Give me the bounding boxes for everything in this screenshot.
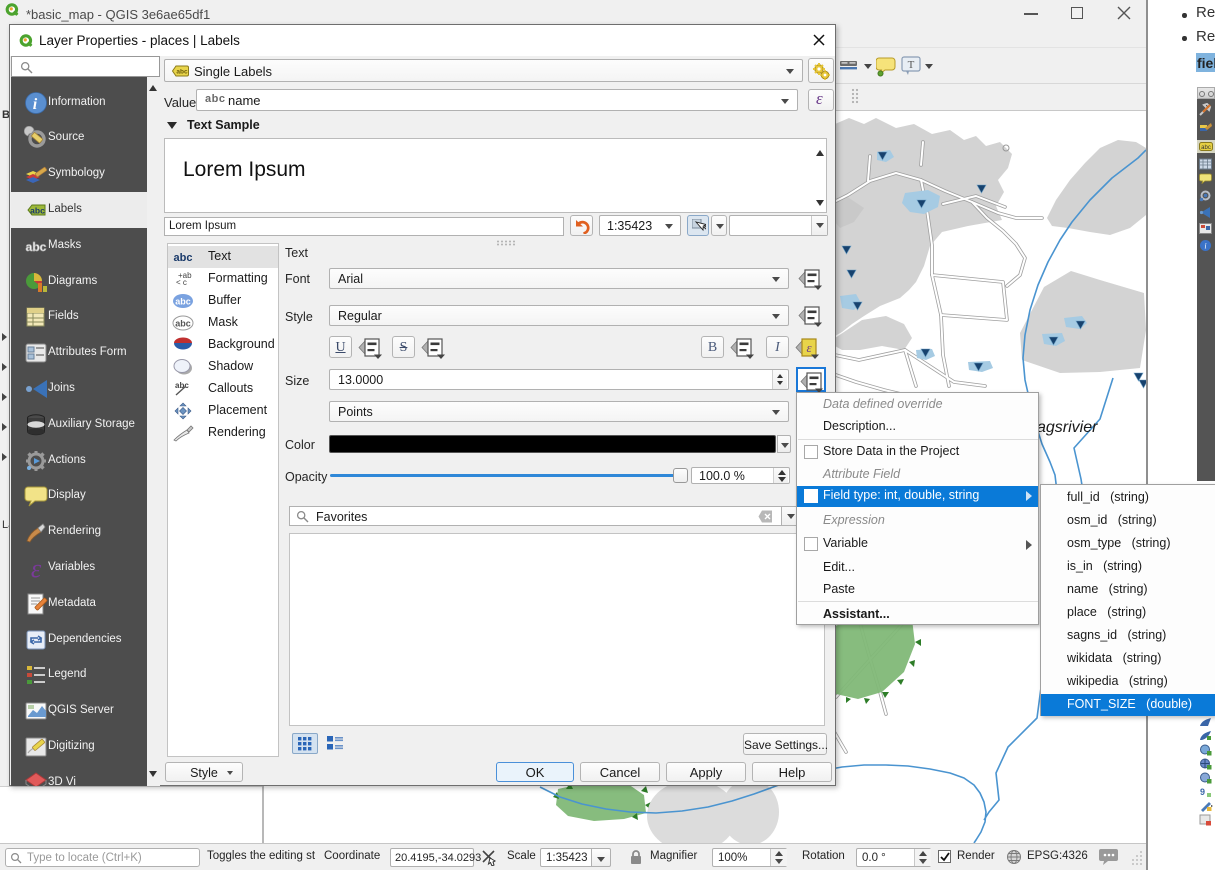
svg-text:abc: abc <box>1201 145 1211 151</box>
svg-text:i: i <box>33 96 38 113</box>
svg-text:9: 9 <box>1200 787 1205 797</box>
svg-text:< c: < c <box>176 278 187 287</box>
svg-text:ε: ε <box>31 556 42 580</box>
svg-text:ε: ε <box>806 340 812 355</box>
svg-text:abc: abc <box>26 240 47 254</box>
svg-text:abc: abc <box>175 297 191 307</box>
svg-text:abc: abc <box>176 69 188 76</box>
svg-text:abc: abc <box>175 319 191 329</box>
svg-text:agsrivier: agsrivier <box>1037 419 1098 436</box>
svg-text:T: T <box>908 59 915 71</box>
svg-text:i: i <box>1204 242 1206 251</box>
svg-text:abc: abc <box>30 205 45 215</box>
svg-text:abc: abc <box>174 252 193 264</box>
